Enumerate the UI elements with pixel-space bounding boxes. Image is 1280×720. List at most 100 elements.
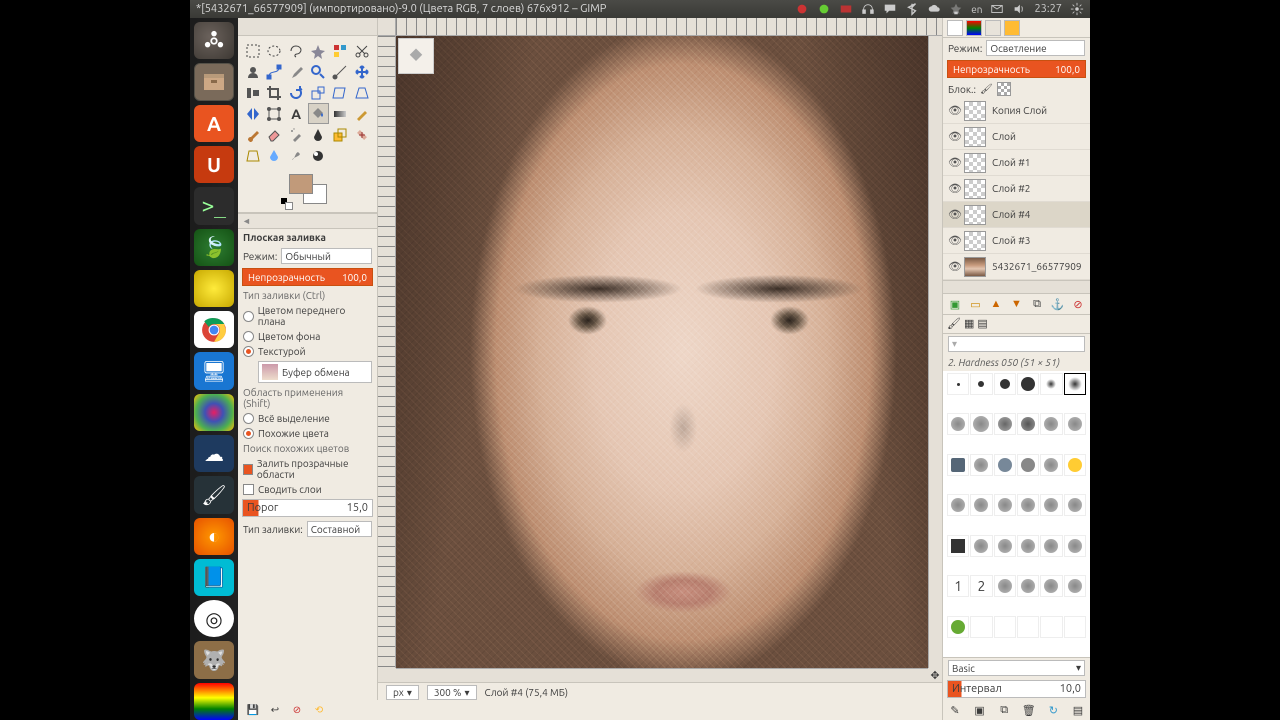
brush-item[interactable] [994,535,1016,557]
brush-item[interactable] [947,535,969,557]
lasso-tool[interactable] [286,40,307,61]
brush-item[interactable] [994,575,1016,597]
brush-item[interactable] [970,373,992,395]
ruler-corner[interactable] [378,18,396,36]
layer-item[interactable]: 👁Слой [943,124,1090,150]
brush-item[interactable] [1017,413,1039,435]
layer-item[interactable]: 👁5432671_66577909 [943,254,1090,280]
gear-icon[interactable] [1070,2,1084,16]
measure-tool[interactable] [329,61,350,82]
canvas[interactable] [396,36,928,668]
ruler-horizontal[interactable] [396,18,942,36]
spacing-spin[interactable]: Интервал10,0 [947,680,1086,698]
eye-icon[interactable]: 👁 [948,182,958,195]
fuzzy-select-tool[interactable] [308,40,329,61]
gradients-tab-icon[interactable]: ▤ [977,317,987,331]
delete-icon[interactable]: ⊘ [290,703,304,717]
delete-layer-icon[interactable]: ⊘ [1071,297,1085,311]
smudge-tool[interactable] [286,145,307,166]
threshold-spin[interactable]: Порог15,0 [242,499,373,517]
app-launcher-multi[interactable] [194,683,234,720]
dash-button[interactable] [194,22,234,59]
brush-item[interactable] [1040,575,1062,597]
brush-item[interactable] [1064,413,1086,435]
gimp-launcher[interactable]: 🐺 [194,641,234,678]
region-similar-radio[interactable] [243,428,254,439]
brush-item[interactable] [1064,494,1086,516]
revert-icon[interactable]: ↩ [268,703,282,717]
brush-item[interactable] [1017,494,1039,516]
brush-item[interactable] [994,454,1016,476]
cloud-icon[interactable] [927,2,941,16]
layer-group-icon[interactable]: ▭ [969,297,983,311]
opacity-slider[interactable]: Непрозрачность 100,0 [242,268,373,286]
keyboard-icon[interactable]: en [971,2,982,16]
undo-tab-icon[interactable] [1004,20,1020,36]
brush-item[interactable] [1017,575,1039,597]
channels-tab-icon[interactable] [966,20,982,36]
toolbox-tabs-icon[interactable] [238,18,377,36]
brush-item[interactable] [947,454,969,476]
brush-item[interactable] [1064,373,1086,395]
ruler-vertical[interactable] [378,36,396,668]
brushes-tab-icon[interactable]: 🖌 [947,317,961,331]
lock-alpha-icon[interactable] [997,82,1011,96]
region-all-radio[interactable] [243,413,254,424]
layers-scrollbar[interactable] [943,280,1090,294]
eye-icon[interactable]: 👁 [948,260,958,273]
fill-transparent-check[interactable] [243,464,253,475]
layer-item[interactable]: 👁Копия Слой [943,98,1090,124]
brush-item[interactable] [1064,616,1086,638]
chrome-launcher[interactable] [194,311,234,348]
brush-item[interactable] [970,535,992,557]
clone-tool[interactable] [329,124,350,145]
dodge-tool[interactable] [308,145,329,166]
eye-icon[interactable]: 👁 [948,130,958,143]
blur-tool[interactable] [264,145,285,166]
rect-select-tool[interactable] [242,40,263,61]
shear-tool[interactable] [329,82,350,103]
edit-brush-icon[interactable]: ✎ [948,703,962,717]
rotate-tool[interactable] [286,82,307,103]
network-icon[interactable] [949,2,963,16]
scale-tool[interactable] [308,82,329,103]
brush-item[interactable] [947,413,969,435]
bucket-fill-tool[interactable] [308,103,329,124]
color-swatch[interactable] [238,170,377,213]
scrollbar-horizontal[interactable] [396,668,928,682]
eraser-tool[interactable] [264,124,285,145]
patterns-tab-icon[interactable]: ▦ [964,317,974,331]
brush-item[interactable] [947,373,969,395]
pencil-tool[interactable] [351,103,372,124]
scissors-tool[interactable] [351,40,372,61]
brush-item[interactable] [970,616,992,638]
paths-tool[interactable] [264,61,285,82]
indicator-icon[interactable] [795,2,809,16]
mode-select[interactable]: Обычный [281,248,372,264]
brush-item[interactable] [970,454,992,476]
ellipse-select-tool[interactable] [264,40,285,61]
layer-item[interactable]: 👁Слой #4 [943,202,1090,228]
color-select-tool[interactable] [329,40,350,61]
indicator-icon[interactable] [817,2,831,16]
brush-item[interactable] [1040,454,1062,476]
layers-tab-icon[interactable] [947,20,963,36]
text-tool[interactable]: A [286,103,307,124]
zoom-select[interactable]: 300 %▾ [427,685,477,700]
merge-layers-check[interactable] [243,484,254,495]
unit-select[interactable]: px▾ [386,685,419,700]
new-brush-icon[interactable]: ▣ [973,703,987,717]
files-launcher[interactable] [194,63,234,100]
brush-item[interactable] [1017,454,1039,476]
save-icon[interactable]: 💾 [246,703,260,717]
layer-item[interactable]: 👁Слой #3 [943,228,1090,254]
layer-down-icon[interactable]: ▼ [1010,297,1024,311]
app-launcher-blue[interactable]: 🖥 [194,352,234,389]
volume-icon[interactable] [1012,2,1026,16]
duplicate-brush-icon[interactable]: ⧉ [997,703,1011,717]
tool-options-tab[interactable]: ◄ [238,213,377,229]
brush-category-select[interactable]: Basic▾ [948,660,1085,676]
brush-item[interactable] [1040,616,1062,638]
move-tool[interactable] [351,61,372,82]
eye-icon[interactable]: 👁 [948,234,958,247]
